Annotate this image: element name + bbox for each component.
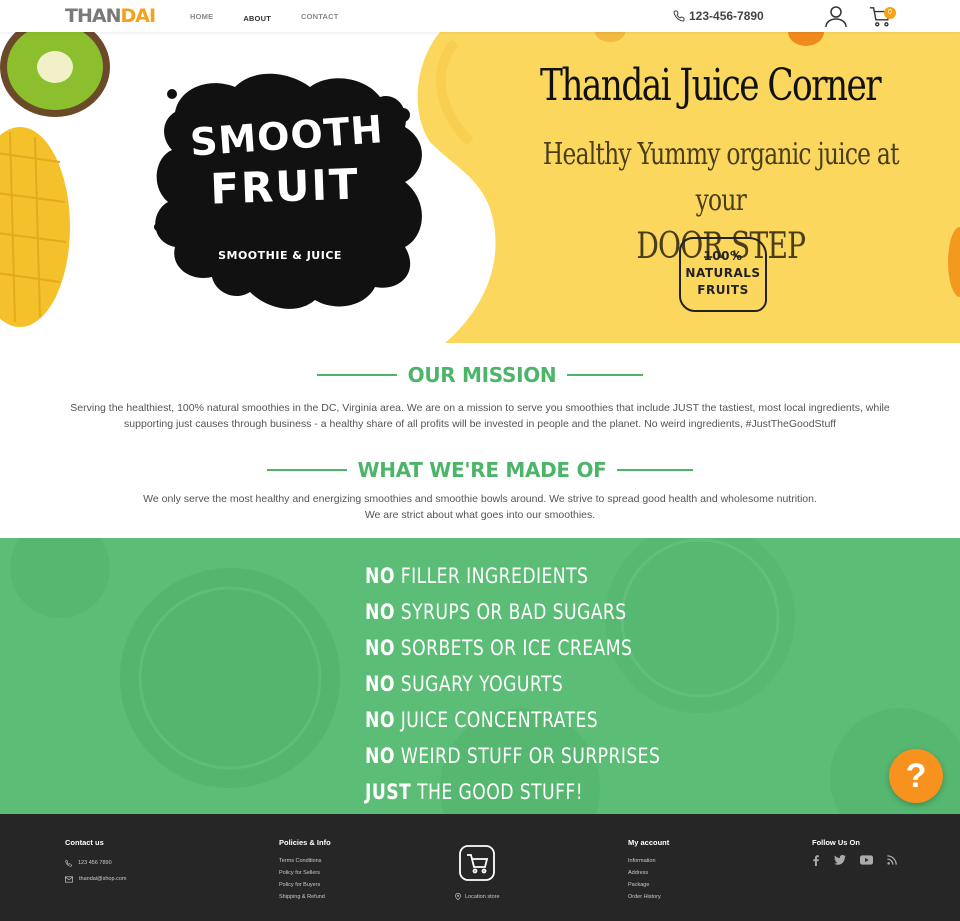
rule-prefix: NO	[365, 636, 395, 660]
heading-rule-right	[566, 374, 643, 376]
footer-follow: Follow Us On	[812, 838, 897, 866]
heading-rule-left	[267, 469, 347, 471]
footer-account: My account Information Address Package O…	[628, 838, 669, 903]
mail-icon	[65, 876, 73, 882]
footer-contact-heading: Contact us	[65, 838, 104, 847]
hero-title: Thandai Juice Corner	[540, 60, 882, 111]
rule-prefix: JUST	[365, 780, 412, 804]
natural-fruits-badge: 100% NATURALS FRUITS	[679, 237, 767, 312]
store-cart-icon	[459, 845, 496, 881]
phone-number: 123-456-7890	[689, 9, 764, 23]
footer-policies: Policies & Info Terms Conditions Policy …	[279, 838, 331, 903]
rule-prefix: NO	[365, 564, 395, 588]
rule-text: FILLER INGREDIENTS	[400, 564, 589, 588]
mission-heading-text: OUR MISSION	[407, 363, 557, 387]
footer-link[interactable]: Package	[628, 879, 669, 891]
ingredients-list: NO FILLER INGREDIENTS NO SYRUPS OR BAD S…	[365, 558, 725, 810]
hero-subtitle-line-1: Healthy Yummy organic juice at your	[542, 137, 900, 218]
help-button[interactable]: ?	[889, 749, 943, 803]
rule-prefix: NO	[365, 744, 395, 768]
footer-link[interactable]: Order History	[628, 891, 669, 903]
made-of-text-line-1: We only serve the most healthy and energ…	[143, 493, 817, 505]
help-icon: ?	[905, 757, 927, 795]
map-pin-icon	[455, 893, 461, 900]
footer-store[interactable]: Location store	[455, 844, 500, 900]
footer-link[interactable]: Policy for Buyers	[279, 879, 331, 891]
rule-prefix: NO	[365, 672, 395, 696]
nav-home[interactable]: HOME	[190, 12, 213, 23]
footer-link[interactable]: Address	[628, 867, 669, 879]
rule-text: SUGARY YOGURTS	[400, 672, 564, 696]
ingredient-rule: NO WEIRD STUFF OR SURPRISES	[365, 738, 660, 774]
site-header: THANDAI HOME ABOUT CONTACT 123-456-7890 …	[0, 0, 960, 32]
nav-contact[interactable]: CONTACT	[301, 12, 339, 23]
site-footer: Contact us 123 456 7890 thandai@shop.com…	[0, 814, 960, 921]
made-of-text: We only serve the most healthy and energ…	[60, 491, 900, 523]
logo-text-1: THAN	[65, 5, 121, 27]
hero-banner: SMOOTH FRUIT SMOOTHIE & JUICE Thandai Ju…	[0, 32, 960, 343]
footer-link[interactable]: Shipping & Refund	[279, 891, 331, 903]
footer-link[interactable]: Policy for Sellers	[279, 867, 331, 879]
footer-phone-text: 123 456 7890	[78, 860, 112, 866]
splash-tagline: SMOOTHIE & JUICE	[218, 249, 342, 262]
store-location-text: Location store	[465, 893, 500, 900]
footer-link[interactable]: Information	[628, 855, 669, 867]
ingredient-rule: JUST THE GOOD STUFF!	[365, 774, 660, 810]
ingredient-rule: NO FILLER INGREDIENTS	[365, 558, 660, 594]
rule-text: JUICE CONCENTRATES	[400, 708, 599, 732]
site-logo[interactable]: THANDAI	[65, 4, 156, 28]
badge-line-3: FRUITS	[697, 283, 749, 297]
rule-text: SYRUPS OR BAD SUGARS	[400, 600, 627, 624]
rule-text: WEIRD STUFF OR SURPRISES	[400, 744, 661, 768]
nav-about[interactable]: ABOUT	[243, 14, 271, 23]
footer-account-heading: My account	[628, 838, 670, 847]
footer-email[interactable]: thandai@shop.com	[65, 871, 126, 887]
social-links	[812, 855, 897, 866]
rule-text: THE GOOD STUFF!	[417, 780, 584, 804]
mission-text: Serving the healthiest, 100% natural smo…	[70, 402, 890, 430]
made-of-heading: WHAT WE'RE MADE OF	[0, 458, 960, 482]
ingredient-rule: NO JUICE CONCENTRATES	[365, 702, 660, 738]
logo-text-2: DAI	[120, 5, 156, 27]
user-icon[interactable]	[824, 4, 848, 28]
rss-icon[interactable]	[887, 855, 897, 865]
mission-heading: OUR MISSION	[0, 363, 960, 387]
footer-policies-heading: Policies & Info	[279, 838, 331, 847]
ingredient-rule: NO SYRUPS OR BAD SUGARS	[365, 594, 660, 630]
heading-rule-right	[616, 469, 693, 471]
heading-rule-left	[317, 374, 398, 376]
footer-link[interactable]: Terms Conditions	[279, 855, 331, 867]
twitter-icon[interactable]	[834, 855, 846, 865]
footer-phone[interactable]: 123 456 7890	[65, 855, 126, 871]
rule-prefix: NO	[365, 708, 395, 732]
made-of-heading-text: WHAT WE'RE MADE OF	[357, 458, 607, 482]
footer-email-text: thandai@shop.com	[79, 876, 127, 882]
made-of-text-line-2: We are strict about what goes into our s…	[364, 509, 596, 521]
splash-word-2: FRUIT	[209, 159, 361, 214]
badge-line-2: NATURALS	[685, 266, 761, 280]
ingredient-rule: NO SUGARY YOGURTS	[365, 666, 660, 702]
cart-count-badge: 0	[884, 7, 896, 19]
header-phone[interactable]: 123-456-7890	[673, 9, 764, 23]
footer-follow-heading: Follow Us On	[812, 838, 860, 847]
ingredient-rule: NO SORBETS OR ICE CREAMS	[365, 630, 660, 666]
phone-icon	[65, 859, 72, 867]
store-location: Location store	[455, 893, 500, 900]
youtube-icon[interactable]	[860, 855, 873, 865]
main-nav: HOME ABOUT CONTACT	[190, 12, 369, 23]
phone-icon	[673, 10, 685, 22]
rule-text: SORBETS OR ICE CREAMS	[400, 636, 633, 660]
badge-line-1: 100%	[703, 249, 743, 263]
facebook-icon[interactable]	[812, 855, 820, 866]
ingredients-band: NO FILLER INGREDIENTS NO SYRUPS OR BAD S…	[0, 538, 960, 814]
footer-contact: Contact us 123 456 7890 thandai@shop.com	[65, 838, 126, 887]
rule-prefix: NO	[365, 600, 395, 624]
